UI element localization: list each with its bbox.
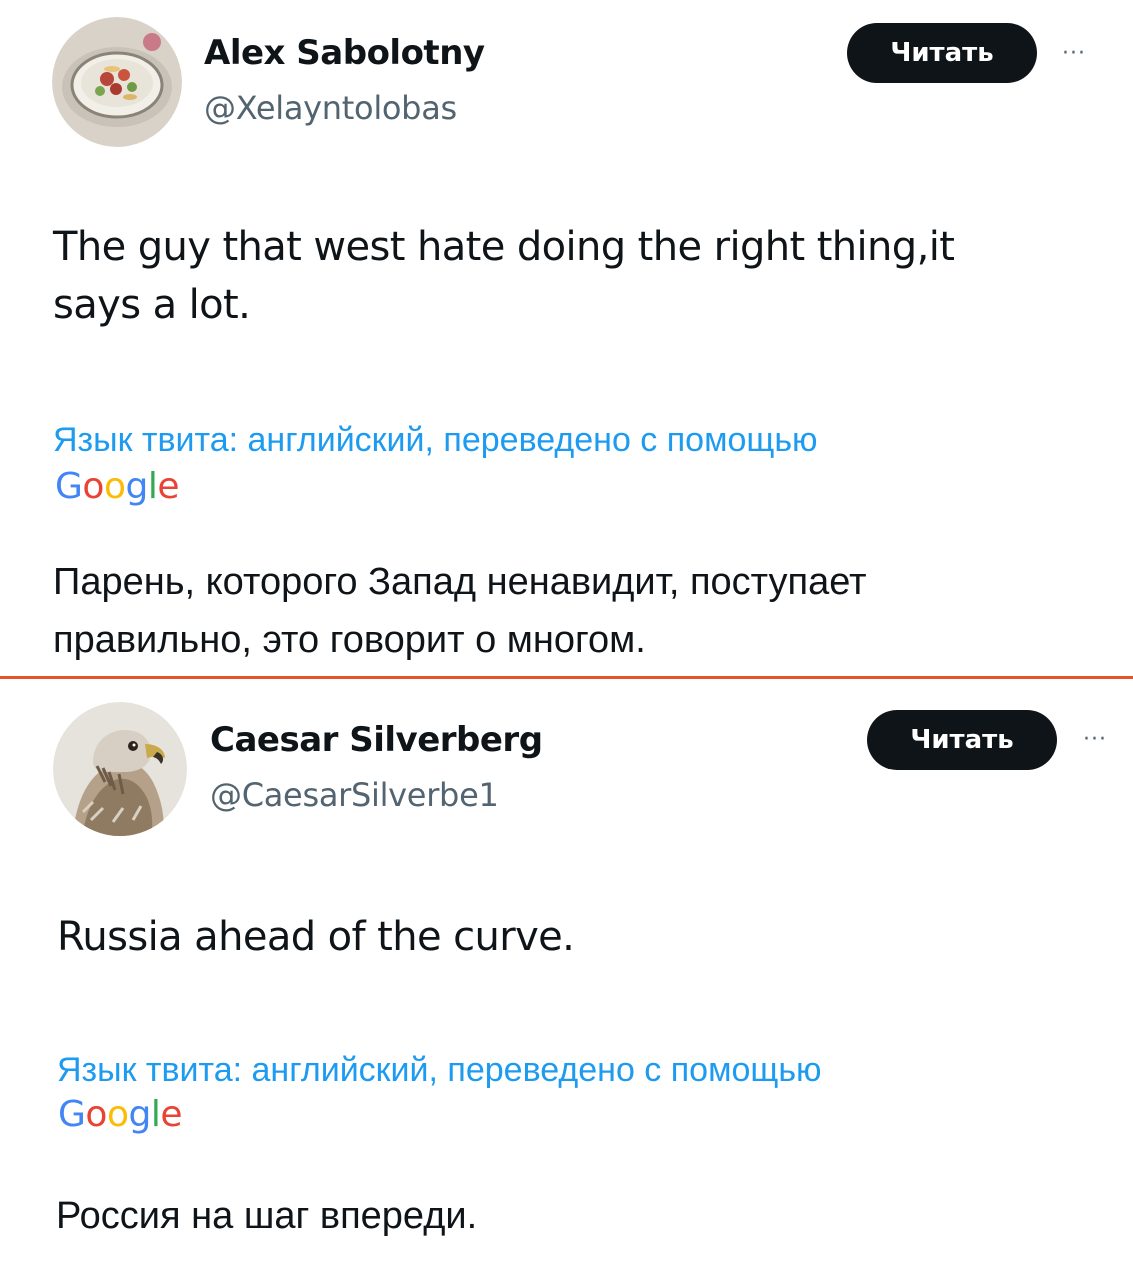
google-logo-letter: e: [160, 1094, 182, 1135]
translated-text-line: Россия на шаг впереди.: [56, 1195, 478, 1237]
google-logo-letter: g: [128, 1094, 151, 1135]
tweet-card[interactable]: Caesar Silverberg @CaesarSilverbe1 Читат…: [0, 680, 1133, 1280]
google-logo-letter: e: [157, 466, 179, 507]
display-name[interactable]: Alex Sabolotny: [204, 33, 485, 73]
tweet-text-line: Russia ahead of the curve.: [57, 914, 575, 960]
translated-text-line: Парень, которого Запад ненавидит, поступ…: [53, 561, 867, 603]
translated-text: Россия на шаг впереди.: [56, 1187, 1096, 1245]
follow-button[interactable]: Читать: [847, 23, 1037, 83]
user-avatar[interactable]: [52, 17, 182, 147]
follow-button[interactable]: Читать: [867, 710, 1057, 770]
google-logo-letter: l: [147, 466, 158, 507]
tweet-text: The guy that west hate doing the right t…: [53, 218, 1093, 334]
user-handle[interactable]: @CaesarSilverbe1: [210, 776, 499, 814]
tweet-card[interactable]: Alex Sabolotny @Xelayntolobas Читать ···…: [0, 0, 1133, 676]
google-logo-letter: l: [150, 1094, 161, 1135]
more-options-icon[interactable]: ···: [1062, 43, 1086, 65]
google-logo-letter: o: [82, 466, 104, 507]
tweet-text: Russia ahead of the curve.: [57, 908, 1097, 966]
more-options-icon[interactable]: ···: [1083, 729, 1107, 751]
tweet-text-line: says a lot.: [53, 282, 251, 328]
translation-note-link[interactable]: Язык твита: английский, переведено с пом…: [57, 1051, 822, 1090]
google-logo: Google: [58, 1094, 182, 1135]
hawk-avatar-icon: [53, 702, 187, 836]
display-name[interactable]: Caesar Silverberg: [210, 720, 543, 760]
google-logo-letter: o: [106, 1094, 129, 1135]
user-avatar[interactable]: [53, 702, 187, 836]
user-handle[interactable]: @Xelayntolobas: [204, 89, 457, 127]
google-logo-letter: o: [85, 1094, 107, 1135]
google-logo: Google: [55, 466, 179, 507]
google-logo-letter: o: [103, 466, 126, 507]
google-logo-letter: g: [125, 466, 148, 507]
translated-text: Парень, которого Запад ненавидит, поступ…: [53, 553, 1093, 669]
food-bowl-avatar-icon: [52, 17, 182, 147]
google-logo-letter: G: [55, 466, 83, 507]
translated-text-line: правильно, это говорит о многом.: [53, 619, 646, 661]
tweet-text-line: The guy that west hate doing the right t…: [53, 224, 955, 270]
translation-note-link[interactable]: Язык твита: английский, переведено с пом…: [53, 421, 818, 460]
google-logo-letter: G: [58, 1094, 86, 1135]
divider: [0, 676, 1133, 679]
